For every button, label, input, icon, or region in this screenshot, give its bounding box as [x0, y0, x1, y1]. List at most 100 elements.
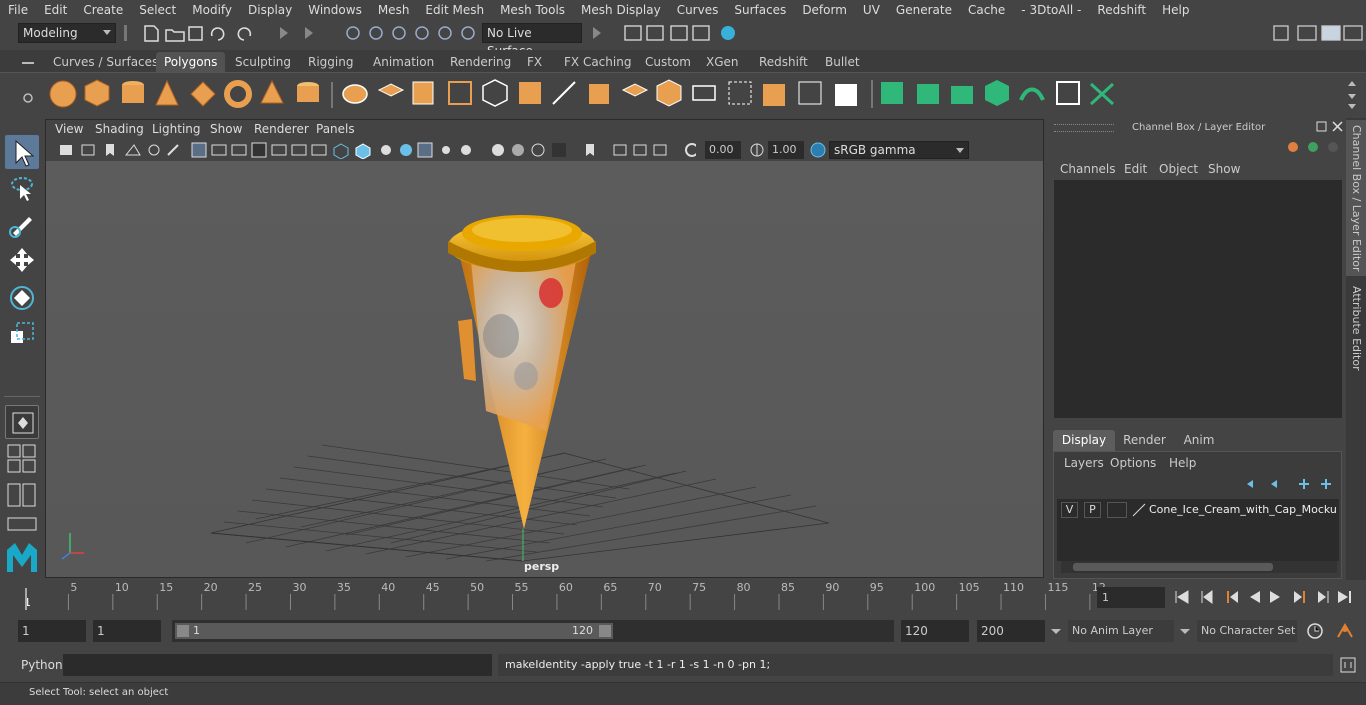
vp-menu-view[interactable]: View [55, 122, 83, 136]
channel-box-mode-icons[interactable] [1285, 138, 1345, 156]
layout-presets-icons[interactable] [6, 444, 38, 534]
menu-windows[interactable]: Windows [300, 0, 370, 20]
tab-curves-surfaces[interactable]: Curves / Surfaces [45, 52, 166, 72]
tab-fx[interactable]: FX [519, 52, 550, 72]
menu-select[interactable]: Select [131, 0, 184, 20]
command-input[interactable] [63, 654, 492, 676]
time-slider[interactable]: 1 5 10 15 20 25 30 35 40 45 50 55 60 65 70 75 80 85 90 95 1… [17, 580, 1106, 614]
scale-tool-button[interactable] [5, 317, 39, 351]
viewport-tool-icons[interactable] [56, 141, 696, 159]
layer-menu-layers[interactable]: Layers [1064, 456, 1104, 470]
panel-grip[interactable] [1054, 124, 1114, 132]
color-management-icon[interactable] [809, 141, 827, 159]
anim-layer-field[interactable]: No Anim Layer [1068, 620, 1174, 642]
3d-scene[interactable]: persp [46, 161, 1043, 577]
cb-menu-object[interactable]: Object [1159, 162, 1198, 176]
exposure-field[interactable]: 0.00 [705, 141, 741, 159]
layer-type-toggle[interactable] [1107, 502, 1127, 518]
tab-rigging[interactable]: Rigging [300, 52, 361, 72]
select-tool-button[interactable] [5, 135, 39, 169]
range-slider-track[interactable]: 1 120 [172, 620, 894, 642]
menu-mesh-display[interactable]: Mesh Display [573, 0, 669, 20]
render-icons[interactable] [585, 22, 745, 44]
gamma-field[interactable]: 1.00 [768, 141, 804, 159]
current-frame-field[interactable]: 1 [1097, 587, 1165, 608]
move-tool-button[interactable] [5, 243, 39, 277]
lasso-tool-button[interactable] [5, 171, 39, 205]
vp-menu-show[interactable]: Show [210, 122, 242, 136]
layer-name[interactable]: Cone_Ice_Cream_with_Cap_Mockup_ [1149, 503, 1337, 516]
tab-render[interactable]: Render [1117, 430, 1172, 451]
tab-anim[interactable]: Anim [1174, 430, 1224, 451]
layer-menu-help[interactable]: Help [1169, 456, 1196, 470]
channel-list[interactable] [1054, 180, 1342, 418]
menu-curves[interactable]: Curves [669, 0, 727, 20]
end-frame-field[interactable]: 200 [977, 620, 1045, 642]
vp-menu-shading[interactable]: Shading [95, 122, 144, 136]
tab-redshift[interactable]: Redshift [751, 52, 816, 72]
chevron-down-icon[interactable] [1179, 627, 1191, 637]
menu-redshift[interactable]: Redshift [1089, 0, 1154, 20]
menu-create[interactable]: Create [75, 0, 131, 20]
menu-generate[interactable]: Generate [888, 0, 960, 20]
color-space-dropdown[interactable]: sRGB gamma [829, 141, 969, 159]
side-tab-attribute-editor[interactable]: Attribute Editor [1346, 283, 1366, 373]
tab-sculpting[interactable]: Sculpting [227, 52, 299, 72]
cb-menu-channels[interactable]: Channels [1060, 162, 1116, 176]
layer-menu-options[interactable]: Options [1110, 456, 1156, 470]
menu-help[interactable]: Help [1154, 0, 1197, 20]
tab-polygons[interactable]: Polygons [156, 52, 226, 72]
playback-end-field[interactable]: 120 [901, 620, 969, 642]
layer-visibility-toggle[interactable]: V [1061, 502, 1078, 518]
layer-playback-toggle[interactable]: P [1084, 502, 1101, 518]
tab-display[interactable]: Display [1053, 430, 1115, 451]
panel-float-close-icons[interactable] [1315, 120, 1345, 134]
scrollbar-thumb[interactable] [1073, 563, 1273, 571]
tab-animation[interactable]: Animation [365, 52, 442, 72]
script-editor-icon[interactable] [1339, 656, 1357, 674]
script-language-label[interactable]: Python [21, 658, 63, 672]
tab-rendering[interactable]: Rendering [442, 52, 519, 72]
range-slider-handle[interactable]: 1 120 [175, 623, 613, 639]
single-pane-layout-button[interactable] [5, 405, 39, 439]
scene-canvas[interactable] [46, 161, 1043, 577]
shelf-scroll-icon[interactable] [1344, 76, 1360, 112]
cb-menu-edit[interactable]: Edit [1124, 162, 1147, 176]
menu-edit[interactable]: Edit [36, 0, 75, 20]
side-tab-channel-box[interactable]: Channel Box / Layer Editor [1346, 120, 1366, 276]
auto-key-icon[interactable] [1305, 621, 1325, 641]
shelf-menu-icon[interactable] [20, 56, 36, 70]
layer-scrollbar[interactable] [1061, 561, 1337, 573]
tab-fx-caching[interactable]: FX Caching [556, 52, 639, 72]
vp-menu-renderer[interactable]: Renderer [254, 122, 309, 136]
cb-menu-show[interactable]: Show [1208, 162, 1240, 176]
menu-surfaces[interactable]: Surfaces [726, 0, 794, 20]
paint-select-tool-button[interactable] [5, 207, 39, 241]
menu-3dtoall[interactable]: - 3DtoAll - [1013, 0, 1089, 20]
tab-xgen[interactable]: XGen [698, 52, 747, 72]
vp-menu-panels[interactable]: Panels [316, 122, 355, 136]
layer-color-icon[interactable] [1131, 502, 1147, 518]
menu-mesh-tools[interactable]: Mesh Tools [492, 0, 573, 20]
tab-bullet[interactable]: Bullet [817, 52, 868, 72]
shelf-options-icon[interactable] [20, 78, 36, 112]
chevron-down-icon[interactable] [1050, 627, 1062, 637]
menu-modify[interactable]: Modify [184, 0, 240, 20]
menu-uv[interactable]: UV [855, 0, 888, 20]
layer-action-icons[interactable] [1243, 476, 1335, 492]
character-set-field[interactable]: No Character Set [1197, 620, 1297, 642]
playback-prefs-icon[interactable] [1334, 621, 1356, 641]
polygon-tool-icons[interactable] [45, 76, 1125, 112]
menu-cache[interactable]: Cache [960, 0, 1013, 20]
menu-display[interactable]: Display [240, 0, 300, 20]
menu-mesh[interactable]: Mesh [370, 0, 418, 20]
menu-file[interactable]: File [0, 0, 36, 20]
playback-start-field[interactable]: 1 [93, 620, 161, 642]
playback-controls[interactable] [1172, 587, 1362, 607]
rotate-tool-button[interactable] [5, 281, 39, 315]
menu-deform[interactable]: Deform [794, 0, 855, 20]
workspace-icons[interactable] [1270, 22, 1366, 44]
start-frame-field[interactable]: 1 [18, 620, 86, 642]
live-surface-field[interactable]: No Live Surface [482, 23, 582, 58]
vp-menu-lighting[interactable]: Lighting [152, 122, 201, 136]
